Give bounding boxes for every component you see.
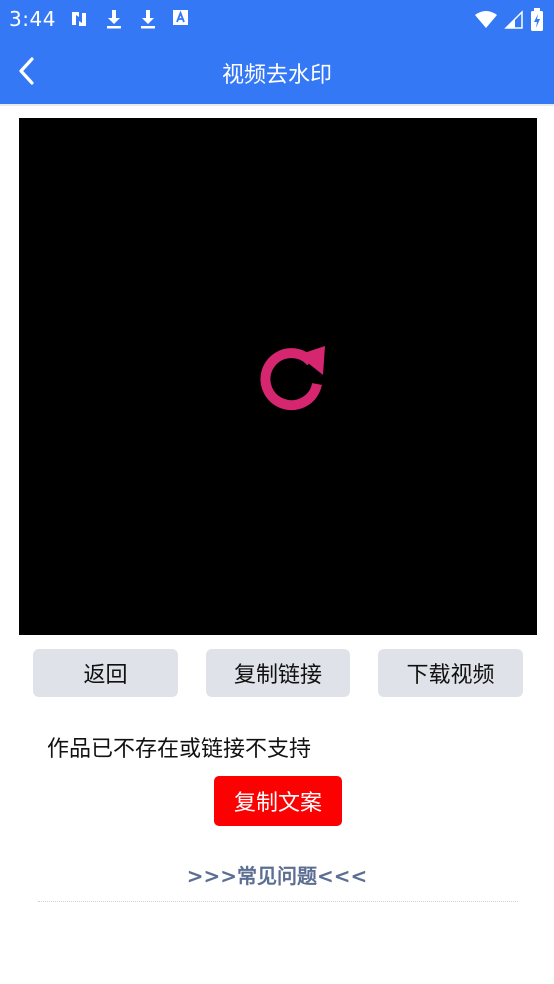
copy-text-button[interactable]: 复制文案 bbox=[214, 776, 342, 826]
page-title: 视频去水印 bbox=[221, 63, 332, 88]
wifi-icon bbox=[475, 11, 497, 28]
download-video-button[interactable]: 下载视频 bbox=[378, 649, 523, 697]
back-action-button[interactable]: 返回 bbox=[33, 649, 178, 697]
sync-icon bbox=[72, 12, 86, 26]
download-icon bbox=[107, 10, 121, 29]
status-time: 3:44 bbox=[9, 7, 56, 31]
status-right-icons bbox=[474, 8, 544, 32]
replay-icon[interactable] bbox=[253, 338, 329, 414]
video-player[interactable] bbox=[19, 118, 537, 635]
dotted-divider bbox=[38, 901, 518, 902]
status-bar: 3:44 bbox=[0, 0, 554, 38]
font-icon bbox=[173, 10, 188, 25]
signal-icon bbox=[504, 10, 523, 29]
download-icon bbox=[141, 10, 155, 29]
status-left-icons bbox=[68, 8, 190, 30]
header-divider bbox=[0, 104, 554, 106]
copy-link-button[interactable]: 复制链接 bbox=[206, 649, 350, 697]
battery-icon bbox=[531, 8, 543, 31]
status-message: 作品已不存在或链接不支持 bbox=[47, 737, 312, 762]
app-bar: 视频去水印 bbox=[0, 38, 554, 104]
faq-link[interactable]: >>>常见问题<<< bbox=[0, 860, 554, 889]
